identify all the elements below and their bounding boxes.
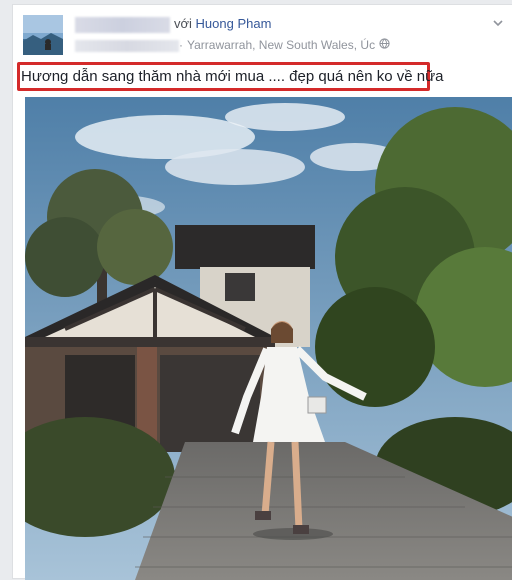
location-link[interactable]: Yarrawarrah, New South Wales, Úc (187, 38, 375, 52)
chevron-down-icon[interactable] (490, 15, 506, 31)
timestamp-redacted[interactable] (75, 40, 179, 52)
avatar[interactable] (23, 15, 63, 55)
tagged-with: với Huong Pham (174, 16, 271, 31)
with-prefix: với (174, 16, 192, 31)
tagged-person-link[interactable]: Huong Pham (196, 16, 272, 31)
post-meta: · Yarrawarrah, New South Wales, Úc (179, 38, 390, 52)
meta-separator: · (179, 38, 183, 52)
post-photo[interactable] (25, 97, 512, 580)
author-name-redacted[interactable] (75, 17, 170, 33)
post-caption: Hương dẫn sang thăm nhà mới mua .... đẹp… (21, 68, 444, 85)
globe-icon[interactable] (379, 38, 390, 52)
post-card: với Huong Pham · Yarrawarrah, New South … (12, 4, 512, 580)
